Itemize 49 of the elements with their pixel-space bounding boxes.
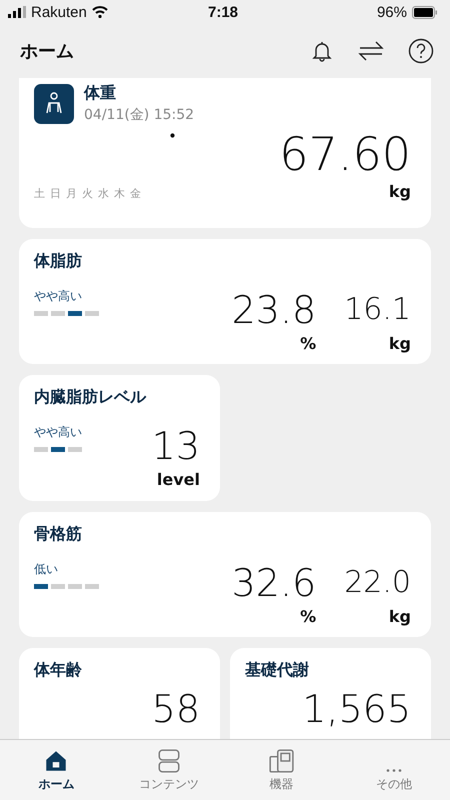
clock-time: 7:18 [208, 4, 238, 20]
metric-value: 32.6 [232, 561, 316, 605]
weekday-label: 土 [34, 186, 45, 201]
tab-item[interactable]: 機器 [225, 740, 338, 800]
status-label: やや高い [34, 424, 82, 441]
stacked-cards-icon [156, 748, 182, 774]
status-label: やや高い [34, 288, 83, 305]
measure-date: 04/11(金) 15:52 [84, 106, 194, 124]
metric-value: 23.8 [232, 288, 316, 332]
card-title: 体脂肪 [34, 251, 83, 272]
weekday-label: 水 [98, 186, 109, 201]
page-title: ホーム [20, 40, 74, 62]
weekday-label: 日 [50, 186, 61, 201]
card-title: 基礎代謝 [245, 660, 310, 681]
unit-label: kg [388, 334, 411, 353]
battery-icon [412, 6, 438, 18]
weekday-label: 月 [66, 186, 77, 201]
metric-value: 13 [152, 424, 200, 468]
weekday-label: 金 [130, 186, 141, 201]
unit-label: % [300, 334, 316, 353]
data-point [170, 133, 175, 138]
card-title: 体重 [84, 83, 117, 104]
carrier-name: Rakuten [31, 4, 87, 20]
metric-value: 1,565 [302, 687, 411, 731]
swap-icon[interactable] [358, 40, 384, 62]
weekday-label: 木 [114, 186, 125, 201]
metric-value: 58 [152, 687, 200, 731]
tab-item[interactable]: その他 [338, 740, 450, 800]
metric-value: 22.0 [344, 564, 411, 602]
status-label: 低い [34, 561, 59, 578]
unit-label: % [300, 607, 316, 626]
unit-label: kg [388, 607, 411, 626]
weight-value: 67.60 [279, 128, 411, 180]
tab-item[interactable]: ホーム [0, 740, 112, 800]
signal-icon [8, 6, 26, 18]
weekday-label: 火 [82, 186, 93, 201]
wifi-icon [92, 6, 108, 18]
tab-item[interactable]: コンテンツ [112, 740, 225, 800]
card-title: 体年齢 [34, 660, 83, 681]
devices-icon [268, 748, 294, 774]
card-title: 内臓脂肪レベル [34, 387, 148, 408]
battery-percent: 96% [376, 4, 407, 20]
more-icon [386, 768, 402, 772]
unit-label: kg [388, 182, 411, 201]
help-icon[interactable] [408, 38, 434, 64]
metric-value: 16.1 [344, 291, 411, 329]
unit-label: level [156, 470, 200, 489]
card-title: 骨格筋 [34, 524, 83, 545]
person-icon [34, 84, 74, 124]
